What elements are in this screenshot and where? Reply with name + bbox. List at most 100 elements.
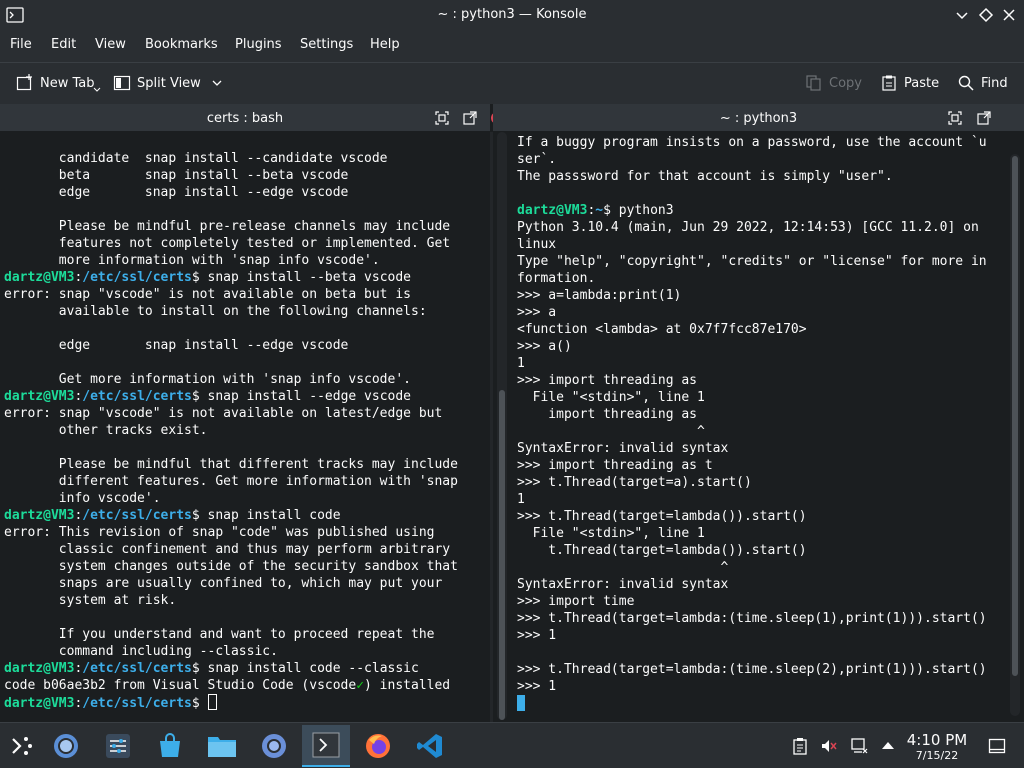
- terminal-line: ^: [517, 559, 987, 576]
- terminal-text: $ snap install code: [191, 508, 341, 523]
- prompt-path: ~: [595, 203, 604, 218]
- copy-button[interactable]: Copy: [805, 73, 862, 93]
- taskbar-discover[interactable]: [148, 725, 192, 767]
- menu-plugins[interactable]: Plugins: [235, 37, 282, 52]
- menu-settings[interactable]: Settings: [300, 37, 353, 52]
- terminal-text: candidate snap install --candidate vscod…: [4, 151, 388, 166]
- copy-icon: [806, 75, 821, 91]
- terminal-line: snaps are usually confined to, which may…: [4, 575, 458, 592]
- pane-header-python3: ~ : python3: [493, 104, 1024, 132]
- find-button[interactable]: Find: [957, 73, 1008, 93]
- terminal-text: import threading as: [517, 407, 698, 422]
- terminal-text: 1: [517, 356, 525, 371]
- search-icon: [958, 75, 974, 91]
- scrollbar-thumb[interactable]: [499, 390, 505, 720]
- split-view-button[interactable]: Split View: [113, 73, 229, 93]
- volume-muted-icon[interactable]: [820, 737, 838, 755]
- terminal-text: Please be mindful that different tracks …: [4, 457, 458, 472]
- show-hidden-icons-arrow-icon[interactable]: [879, 737, 897, 755]
- terminal-output-bash: candidate snap install --candidate vscod…: [4, 150, 458, 711]
- maximize-pane-icon[interactable]: [435, 111, 449, 125]
- terminal-text: Type "help", "copyright", "credits" or "…: [517, 254, 987, 269]
- system-settings-icon: [106, 734, 130, 758]
- paste-button[interactable]: Paste: [880, 73, 939, 93]
- clipboard-icon[interactable]: [791, 737, 809, 755]
- taskbar-steam[interactable]: [44, 725, 88, 767]
- copy-label: Copy: [829, 75, 862, 91]
- chevron-down-icon[interactable]: [211, 77, 223, 89]
- terminal-text: ser`.: [517, 152, 557, 167]
- network-wired-icon[interactable]: [850, 737, 868, 755]
- terminal-text: Get more information with 'snap info vsc…: [4, 372, 411, 387]
- close-icon[interactable]: [1000, 6, 1018, 24]
- menu-view[interactable]: View: [95, 37, 126, 52]
- terminal-pane-python3[interactable]: ~ : python3 If a buggy program insists o…: [493, 104, 1024, 722]
- terminal-text: >>> a: [517, 305, 557, 320]
- chevron-down-icon: [93, 87, 100, 92]
- terminal-line: If a buggy program insists on a password…: [517, 134, 987, 151]
- terminal-line: ser`.: [517, 151, 987, 168]
- taskbar-chromium[interactable]: [252, 725, 296, 767]
- terminal-text: >>> t.Thread(target=lambda:(time.sleep(1…: [517, 611, 987, 626]
- menu-help[interactable]: Help: [370, 37, 400, 52]
- terminal-line: t.Thread(target=lambda()).start(): [517, 542, 987, 559]
- show-desktop-icon[interactable]: [988, 737, 1006, 755]
- terminal-pane-bash[interactable]: certs : bash candidate snap install --ca…: [0, 104, 503, 722]
- terminal-line: Please be mindful pre-release channels m…: [4, 218, 458, 235]
- prompt-path: /etc/ssl/certs: [82, 389, 192, 404]
- terminal-line: >>> t.Thread(target=lambda()).start(): [517, 508, 987, 525]
- terminal-line: formation.: [517, 270, 987, 287]
- taskbar-dolphin[interactable]: [200, 725, 244, 767]
- firefox-icon: [366, 734, 390, 758]
- taskbar-settings[interactable]: [96, 725, 140, 767]
- folder-icon: [208, 737, 236, 757]
- chromium-icon: [262, 734, 286, 758]
- taskbar-vscode[interactable]: [408, 725, 452, 767]
- split-view-label: Split View: [137, 75, 201, 91]
- application-launcher[interactable]: [0, 725, 44, 767]
- terminal-text: more information with 'snap info vscode'…: [4, 253, 380, 268]
- taskbar-firefox[interactable]: [356, 725, 400, 767]
- new-tab-icon: [16, 74, 32, 91]
- terminal-line: >>> a(): [517, 338, 987, 355]
- maximize-pane-icon[interactable]: [948, 111, 962, 125]
- prompt-user: dartz@VM3: [4, 270, 75, 285]
- terminal-text: beta snap install --beta vscode: [4, 168, 349, 183]
- maximize-icon[interactable]: [977, 6, 995, 24]
- terminal-line: more information with 'snap info vscode'…: [4, 252, 458, 269]
- scrollbar-right-python3[interactable]: [1010, 154, 1020, 716]
- terminal-line: [517, 695, 987, 712]
- terminal-text: SyntaxError: invalid syntax: [517, 577, 729, 592]
- terminal-text: classic confinement and thus may perform…: [4, 542, 451, 557]
- terminal-text: 1: [517, 492, 525, 507]
- terminal-line: SyntaxError: invalid syntax: [517, 576, 987, 593]
- terminal-text: different features. Get more information…: [4, 474, 458, 489]
- clock-date[interactable]: 7/15/22: [902, 749, 972, 762]
- terminal-text: $: [191, 696, 208, 711]
- new-tab-label: New Tab: [40, 75, 95, 91]
- detach-pane-icon[interactable]: [977, 111, 991, 125]
- menu-file[interactable]: File: [10, 37, 32, 52]
- new-tab-button[interactable]: New Tab: [16, 73, 107, 93]
- clock-time[interactable]: 4:10 PM: [902, 731, 972, 749]
- terminal-line: beta snap install --beta vscode: [4, 167, 458, 184]
- detach-pane-icon[interactable]: [463, 111, 477, 125]
- terminal-line: 1: [517, 491, 987, 508]
- menu-bookmarks[interactable]: Bookmarks: [145, 37, 218, 52]
- terminal-text: Python 3.10.4 (main, Jun 29 2022, 12:14:…: [517, 220, 979, 235]
- paste-label: Paste: [904, 75, 940, 91]
- taskbar: 4:10 PM 7/15/22: [0, 722, 1024, 768]
- terminal-cursor: [207, 694, 217, 710]
- terminal-text: >>> a(): [517, 339, 572, 354]
- terminal-text: SyntaxError: invalid syntax: [517, 441, 729, 456]
- minimize-icon[interactable]: [953, 6, 971, 24]
- taskbar-konsole[interactable]: [302, 725, 350, 767]
- vscode-icon: [417, 734, 442, 758]
- terminal-text: snaps are usually confined to, which may…: [4, 576, 443, 591]
- terminal-text: >>> t.Thread(target=a).start(): [517, 475, 752, 490]
- scrollbar-thumb[interactable]: [1012, 156, 1018, 676]
- menu-edit[interactable]: Edit: [51, 37, 76, 52]
- scrollbar-left-python3[interactable]: [497, 132, 507, 720]
- terminal-text: >>> import time: [517, 594, 635, 609]
